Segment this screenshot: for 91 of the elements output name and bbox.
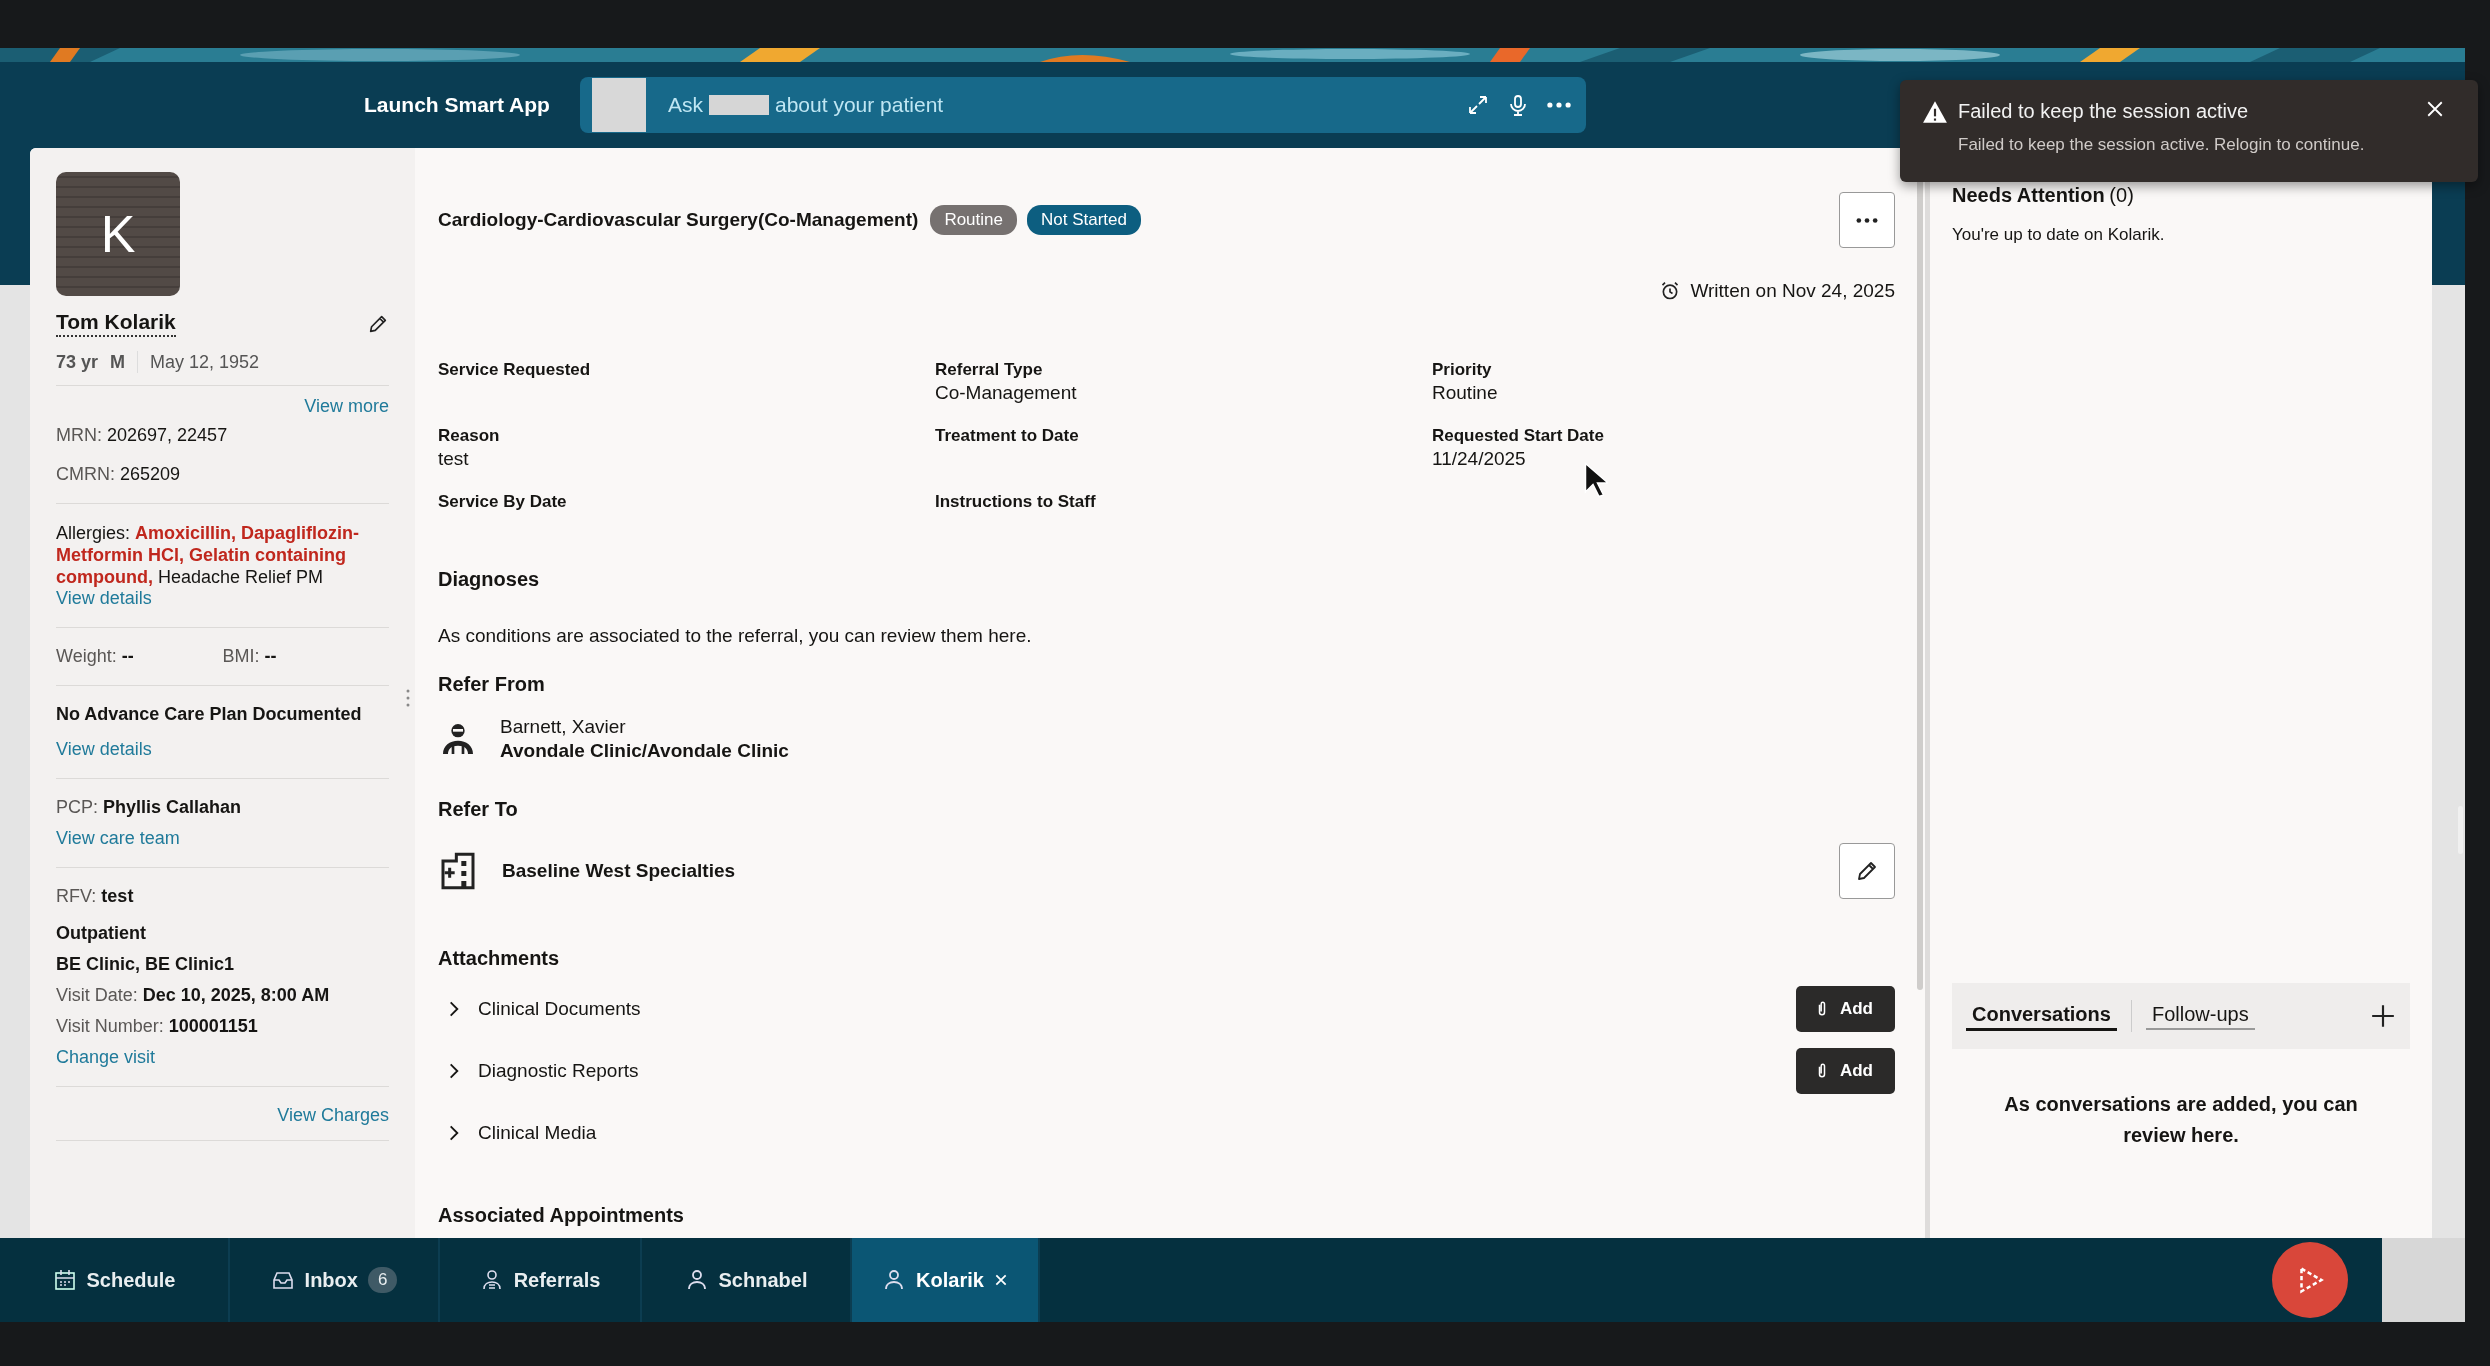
nav-tab[interactable]: Schedule xyxy=(0,1238,230,1322)
field-label: Service Requested xyxy=(438,360,592,380)
written-date: Written on Nov 24, 2025 xyxy=(1690,280,1895,302)
expand-icon[interactable] xyxy=(1466,93,1490,117)
attachment-category[interactable]: Clinical Media xyxy=(478,1122,597,1144)
patient-sex: M xyxy=(110,351,126,373)
patient-name-link[interactable]: Tom Kolarik xyxy=(56,310,176,337)
nav-tab[interactable]: Inbox 6 xyxy=(230,1238,440,1322)
field-label: Requested Start Date xyxy=(1432,426,1605,446)
section-heading: Refer To xyxy=(438,798,519,821)
view-details-link[interactable]: View details xyxy=(56,588,152,608)
plus-icon[interactable] xyxy=(2370,1003,2396,1029)
field-label: Treatment to Date xyxy=(935,426,1080,446)
field-value: -- xyxy=(121,646,134,666)
field-value: test xyxy=(438,448,470,470)
field-value: 202697, 22457 xyxy=(107,425,228,445)
field-label: RFV: xyxy=(56,886,97,906)
warning-icon xyxy=(1922,100,1948,124)
visit-location: BE Clinic, BE Clinic1 xyxy=(56,954,236,975)
ask-field[interactable]: Ask about your patient xyxy=(662,93,1450,117)
encounter-type: Outpatient xyxy=(56,923,147,944)
field-value: 100001151 xyxy=(168,1016,258,1036)
view-more-link[interactable]: View more xyxy=(304,396,389,416)
field-label: Reason xyxy=(438,426,501,446)
field-label: MRN: xyxy=(56,425,102,445)
field-label: PCP: xyxy=(56,797,98,817)
care-plan-status: No Advance Care Plan Documented xyxy=(56,704,363,725)
nav-tab[interactable]: Kolarik xyxy=(852,1238,1040,1322)
section-heading: Diagnoses xyxy=(438,568,541,591)
field-label: Weight: xyxy=(56,646,117,666)
field-value: Phyllis Callahan xyxy=(103,797,242,817)
attachment-category[interactable]: Diagnostic Reports xyxy=(478,1060,639,1082)
field-value: Routine xyxy=(1432,382,1499,404)
referral-title: Cardiology-Cardiovascular Surgery(Co-Management) xyxy=(438,209,919,231)
edit-icon xyxy=(1855,859,1879,883)
section-heading: Associated Appointments xyxy=(438,1204,685,1227)
empty-message: As conditions are associated to the referral, you can review them here. xyxy=(438,625,1033,647)
add-button[interactable]: Add xyxy=(1795,986,1895,1032)
patient-age: 73 yr xyxy=(56,351,99,373)
avatar: K xyxy=(56,172,180,296)
referring-provider: Barnett, Xavier xyxy=(500,716,627,738)
change-visit-link[interactable]: Change visit xyxy=(56,1047,156,1068)
toast-title: Failed to keep the session active xyxy=(1958,100,2250,123)
avatar-placeholder xyxy=(592,78,646,132)
more-icon[interactable] xyxy=(1546,101,1572,109)
field-label: BMI: xyxy=(222,646,260,666)
referring-organization: Avondale Clinic/Avondale Clinic xyxy=(500,740,789,762)
view-care-team-link[interactable]: View care team xyxy=(56,828,180,849)
calendar-icon xyxy=(52,1268,77,1292)
status-badge: Not Started xyxy=(1027,205,1141,235)
field-value: 265209 xyxy=(120,464,181,484)
view-details-link[interactable]: View details xyxy=(56,739,152,760)
launch-smart-app-link[interactable]: Launch Smart App xyxy=(364,93,580,117)
tab[interactable]: Conversations xyxy=(1966,1001,2117,1031)
field-value: test xyxy=(101,886,134,906)
more-button[interactable] xyxy=(1839,192,1895,248)
section-heading: Refer From xyxy=(438,673,546,696)
count-badge: 6 xyxy=(367,1267,398,1293)
status-badge: Routine xyxy=(930,205,1017,235)
attachment-category[interactable]: Clinical Documents xyxy=(478,998,641,1020)
section-heading: Needs Attention xyxy=(1952,184,2105,206)
drag-handle-icon[interactable] xyxy=(405,688,411,708)
empty-message: As conversations are added, you can review here. xyxy=(2003,1092,2359,1148)
field-label: CMRN: xyxy=(56,464,115,484)
birth-date: May 12, 1952 xyxy=(150,351,260,373)
nav-tab[interactable]: Referrals xyxy=(440,1238,642,1322)
alarm-clock-icon xyxy=(1660,281,1681,301)
field-label: Priority xyxy=(1432,360,1493,380)
field-value: Dec 10, 2025, 8:00 AM xyxy=(142,985,330,1005)
field-label: Visit Number: xyxy=(56,1016,164,1036)
status-message: You're up to date on Kolarik. xyxy=(1952,225,2166,245)
field-label: Referral Type xyxy=(935,360,1044,380)
close-icon[interactable] xyxy=(2426,100,2444,118)
field-label: Service By Date xyxy=(438,492,568,512)
field-label: Visit Date: xyxy=(56,985,138,1005)
toast-message: Failed to keep the session active. Relogin to continue. xyxy=(1958,135,2366,155)
field-value: Co-Management xyxy=(935,382,1078,404)
tab[interactable]: Follow-ups xyxy=(2145,1002,2255,1030)
more-icon xyxy=(1855,216,1879,224)
attention-count: (0) xyxy=(2109,184,2134,206)
section-heading: Attachments xyxy=(438,947,561,970)
close-icon[interactable] xyxy=(993,1273,1008,1287)
add-button[interactable]: Add xyxy=(1795,1048,1895,1094)
allergies-text: Allergies: Amoxicillin, Dapagliflozin-Metformin HCl, Gelatin containing compound, Headache Relief PM xyxy=(56,522,361,588)
mouse-cursor-icon xyxy=(1584,462,1608,498)
edit-button[interactable] xyxy=(1839,843,1895,899)
field-label: Instructions to Staff xyxy=(935,492,1097,512)
field-value: 11/24/2025 xyxy=(1432,448,1527,470)
referred-organization: Baseline West Specialties xyxy=(502,860,736,882)
field-value: -- xyxy=(264,646,277,666)
view-charges-link[interactable]: View Charges xyxy=(277,1105,389,1125)
